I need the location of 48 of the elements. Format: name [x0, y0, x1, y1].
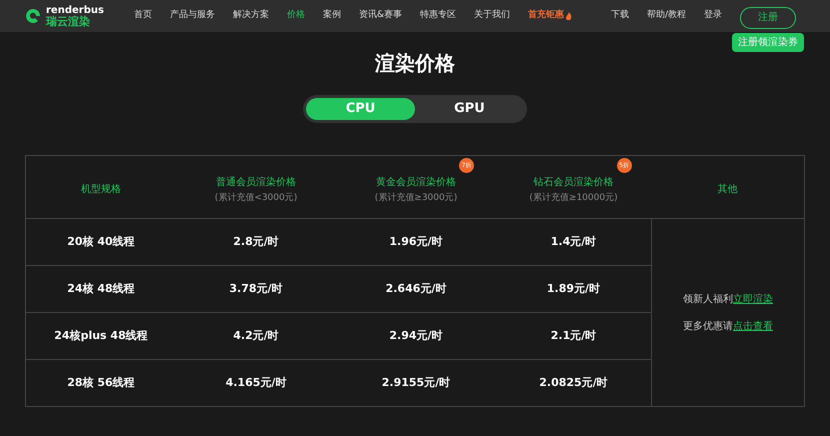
nav-link[interactable]: 帮助/教程 — [646, 9, 686, 23]
table-cell-text: 2.0825元/时 — [539, 374, 608, 391]
column-subtitle: (累计充值<3000元) — [214, 192, 298, 206]
table-cell-text: 3.78元/时 — [229, 280, 283, 297]
logo-name: renderbus — [46, 6, 104, 16]
table-cell-text: 1.89元/时 — [546, 280, 600, 297]
table-cell-text: 24核 48线程 — [67, 280, 135, 297]
nav-link[interactable]: 资讯&赛事 — [358, 9, 402, 23]
column-subtitle: (累计充值≥3000元) — [374, 192, 458, 206]
logo-subtitle: 瑞云渲染 — [46, 16, 91, 26]
column-header: 普通会员渲染价格 — [216, 177, 296, 188]
flame-icon — [566, 12, 572, 20]
nav-link[interactable]: 解决方案 — [232, 9, 269, 23]
register-tooltip: 注册领渲染券 — [732, 33, 804, 52]
nav-link[interactable]: 首页 — [134, 9, 152, 23]
table-cell-text: 2.9155元/时 — [382, 374, 450, 391]
column-header: 钻石会员渲染价格 — [534, 177, 614, 188]
table-cell-text: 4.2元/时 — [233, 328, 279, 344]
column-header: 机型规格 — [81, 184, 121, 195]
nav-link[interactable]: 案例 — [322, 9, 341, 23]
nav-link[interactable]: 首充钜惠 — [528, 9, 572, 23]
nav-link[interactable]: 特惠专区 — [420, 9, 456, 23]
table-cell-text: 20核 40线程 — [67, 234, 135, 250]
table-cell-text: 2.94元/时 — [389, 328, 443, 344]
table-cell-text: 4.165元/时 — [226, 374, 286, 391]
toggle-tab[interactable]: GPU — [415, 98, 524, 120]
promo-link[interactable]: 点击查看 — [733, 320, 773, 332]
promo-text: 更多优惠请点击查看 — [683, 320, 773, 334]
promo-text: 领新人福利立即渲染 — [683, 292, 773, 306]
nav-link[interactable]: 产品与服务 — [170, 9, 215, 23]
table-cell-text: 24核plus 48线程 — [54, 328, 148, 344]
table-cell-text: 1.4元/时 — [550, 234, 596, 250]
table-cell-text: 2.8元/时 — [233, 234, 279, 250]
table-cell-text: 2.646元/时 — [386, 280, 446, 297]
register-button[interactable]: 注册 — [740, 6, 796, 29]
table-cell-text: 1.96元/时 — [389, 234, 443, 250]
nav-link[interactable]: 价格 — [286, 9, 305, 23]
table-cell-text: 28核 56线程 — [67, 374, 135, 391]
column-header: 其他 — [718, 184, 738, 195]
table-cell-text: 2.1元/时 — [550, 328, 596, 344]
nav-link[interactable]: 下载 — [610, 9, 629, 23]
logo-icon — [24, 7, 42, 25]
nav-link[interactable]: 关于我们 — [474, 9, 510, 23]
promo-link[interactable]: 立即渲染 — [733, 294, 773, 304]
page-title: 渲染价格 — [374, 50, 456, 77]
column-subtitle: (累计充值≥10000元) — [529, 192, 618, 206]
column-header: 黄金会员渲染价格 — [376, 177, 456, 188]
nav-link[interactable]: 登录 — [704, 9, 722, 23]
